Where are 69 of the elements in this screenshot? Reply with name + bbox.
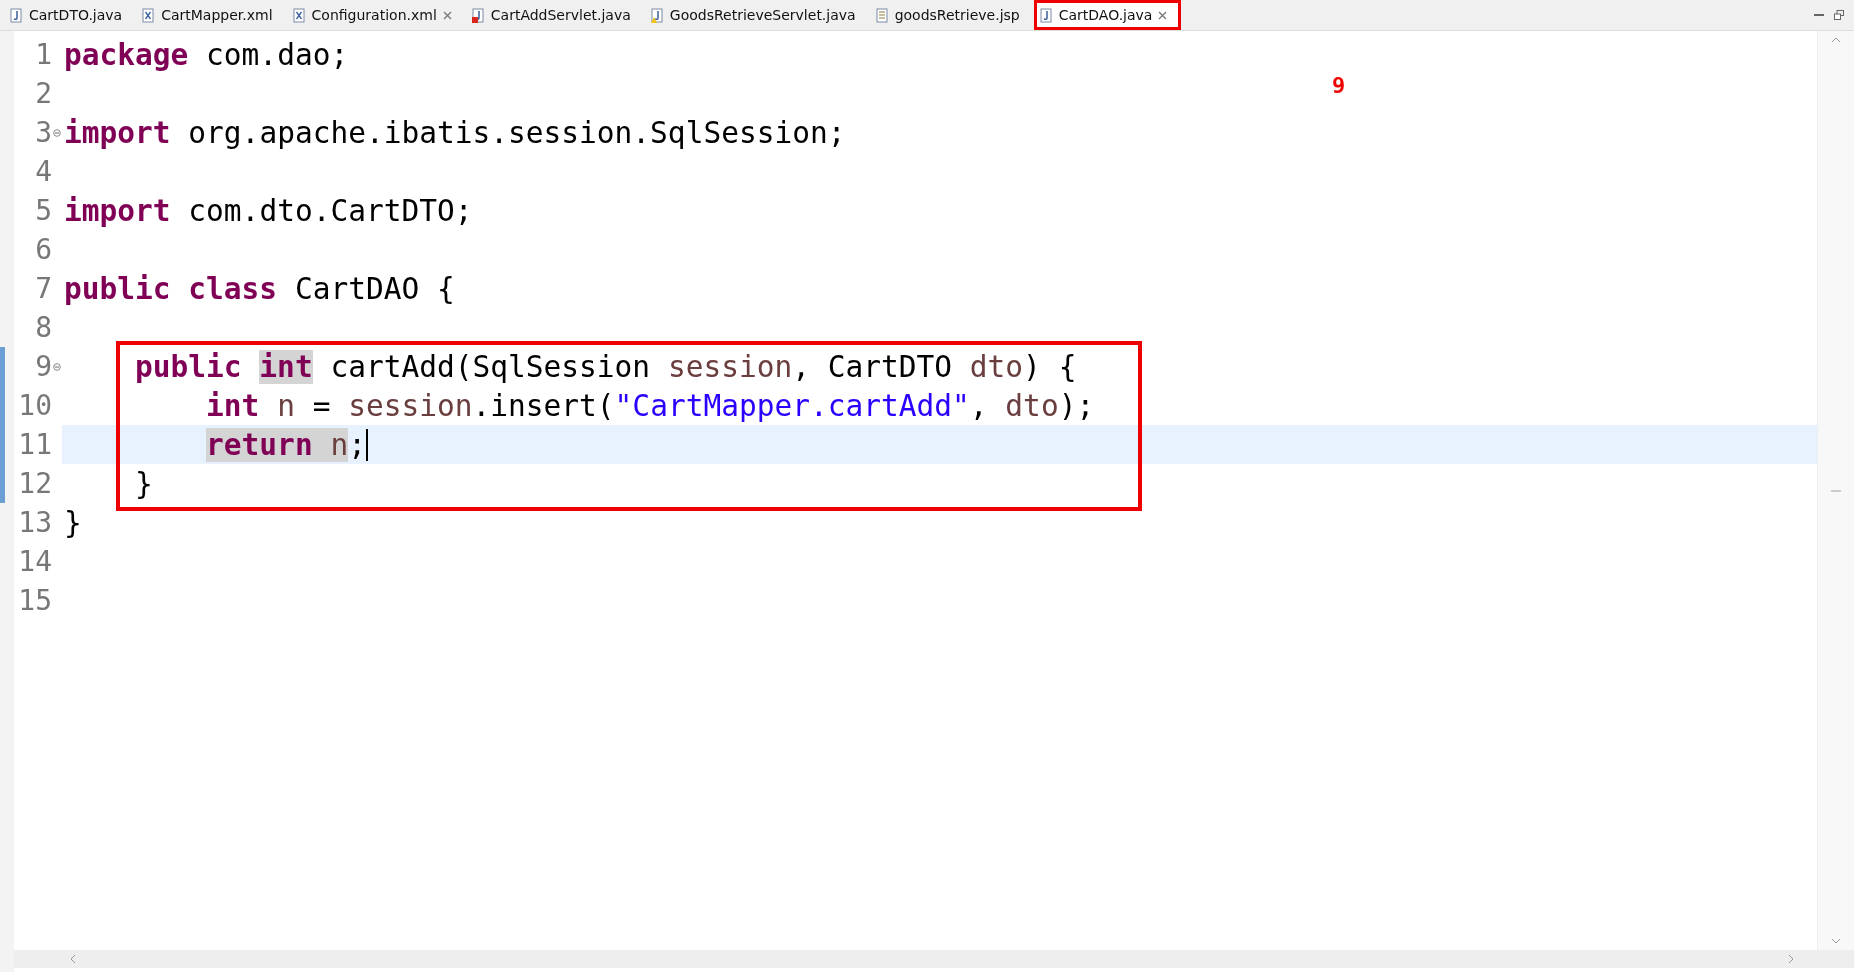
code-token: ,	[969, 388, 989, 423]
restore-icon[interactable]	[1834, 10, 1844, 20]
code-token: int	[259, 349, 313, 384]
line-number: 5	[34, 194, 52, 227]
code-token: n	[330, 427, 349, 462]
code-token: return	[206, 427, 331, 462]
code-token: );	[1058, 388, 1095, 423]
scroll-up-icon[interactable]	[1831, 37, 1841, 43]
code-token: org.apache.ibatis.session.SqlSession;	[187, 115, 846, 150]
code-token: , CartDTO	[792, 349, 954, 384]
line-number: 1	[34, 38, 52, 71]
annotation-label: 9	[1332, 73, 1346, 98]
scroll-left-icon[interactable]	[70, 954, 76, 964]
code-token: ) {	[1023, 349, 1077, 384]
line-number: 15	[17, 584, 52, 617]
code-token: .insert(	[472, 388, 615, 423]
editor-tab[interactable]: goodsRetrieve.jsp	[869, 0, 1034, 30]
code-token: =	[311, 388, 332, 423]
file-icon	[292, 7, 306, 23]
code-token: package	[64, 37, 189, 72]
line-number: 2	[34, 77, 52, 110]
minimize-icon[interactable]	[1814, 11, 1824, 19]
line-number: 6	[34, 233, 52, 266]
line-number: 8	[34, 311, 52, 344]
code-token: import	[64, 193, 171, 228]
code-token: public	[135, 349, 243, 384]
editor-tab[interactable]: CartAddServlet.java	[465, 0, 645, 30]
code-token: CartDAO {	[293, 271, 455, 306]
line-number: 4	[34, 155, 52, 188]
code-token: session	[667, 349, 793, 384]
editor-tab[interactable]: CartDTO.java	[4, 0, 137, 30]
code-token: ;	[348, 427, 366, 462]
editor-tab[interactable]: CartMapper.xml	[136, 0, 287, 30]
code-token: public class	[64, 271, 278, 306]
file-icon	[10, 7, 23, 23]
code-token: import	[64, 115, 171, 150]
editor-tab[interactable]: Configuration.xml	[286, 0, 466, 30]
code-token: session	[348, 388, 473, 423]
line-number: 14	[17, 545, 52, 578]
close-icon[interactable]	[442, 10, 452, 20]
code-token: n	[277, 388, 295, 423]
editor-tab[interactable]: CartDAO.java	[1033, 0, 1182, 30]
file-icon	[1039, 7, 1053, 23]
code-token: int	[206, 388, 261, 423]
fold-icon[interactable]	[53, 128, 61, 137]
code-token: com.dto.CartDTO;	[187, 193, 473, 228]
line-number: 3	[34, 116, 52, 149]
code-token: dto	[1005, 388, 1059, 423]
code-token: cartAdd(SqlSession	[329, 349, 652, 384]
code-token: }	[135, 466, 153, 501]
line-number: 7	[34, 272, 52, 305]
scroll-right-icon[interactable]	[1788, 954, 1794, 964]
code-token: dto	[969, 349, 1024, 384]
line-number: 12	[17, 467, 52, 500]
line-number: 11	[17, 428, 52, 461]
fold-icon[interactable]	[53, 362, 61, 371]
line-number: 13	[17, 506, 52, 539]
line-number: 9	[34, 350, 52, 383]
line-number: 10	[17, 389, 52, 422]
file-icon	[875, 7, 889, 23]
code-token: com.dao;	[205, 37, 349, 72]
scroll-down-icon[interactable]	[1831, 938, 1841, 944]
file-icon	[142, 7, 156, 23]
editor-tab[interactable]: GoodsRetrieveServlet.java	[644, 0, 870, 30]
code-token: "CartMapper.cartAdd"	[614, 388, 970, 423]
horizontal-scrollbar[interactable]	[14, 950, 1854, 968]
code-token: }	[64, 505, 82, 540]
close-icon[interactable]	[1158, 10, 1168, 20]
vertical-scrollbar[interactable]	[1817, 31, 1854, 950]
